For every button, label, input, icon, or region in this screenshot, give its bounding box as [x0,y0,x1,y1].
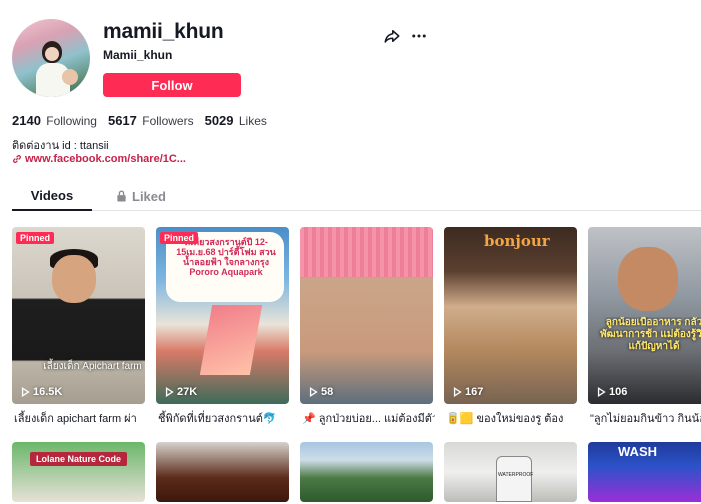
view-count: 16.5K [21,386,62,398]
video-card[interactable]: 58 [300,227,433,404]
play-icon [21,387,30,397]
video-card[interactable] [156,442,289,502]
pinned-badge: Pinned [160,232,199,244]
stat-followers-value: 5617 [107,113,137,128]
tab-videos-label: Videos [30,187,74,203]
tab-liked-label: Liked [132,188,166,204]
bio: ติดต่องาน id : ttansii [12,140,109,152]
pinned-badge: Pinned [16,232,55,244]
profile-tabs: Videos Liked [12,181,701,211]
stat-following[interactable]: 2140 Following [12,113,97,128]
video-card[interactable] [300,442,433,502]
avatar[interactable] [12,19,90,97]
video-overlay-text: WATERPROOF [498,472,534,478]
video-overlay-text: เลี้ยงเด็ก Apichart farm [43,361,142,372]
video-card[interactable]: Pinned เลี้ยงเด็ก Apichart farm 16.5K [12,227,145,404]
view-count: 58 [309,386,333,398]
video-caption[interactable]: "ลูกไม่ยอมกินข้าว กินน้อย [590,409,701,427]
video-overlay-text: WASH [618,444,657,459]
thumbnail-detail [199,305,263,375]
profile-link-text: www.facebook.com/share/1C... [25,153,186,165]
stat-following-value: 2140 [12,113,41,128]
view-count-value: 16.5K [33,386,63,398]
video-card[interactable]: ลูกน้อยเบื่ออาหาร กลัวพัฒนาการช้า แม่ต้อ… [588,227,701,404]
play-icon [453,387,462,397]
nickname: Mamii_khun [103,48,173,62]
view-count: 27K [165,386,197,398]
view-count-value: 58 [321,386,334,398]
stat-likes: 5029 Likes [205,113,267,128]
video-card[interactable]: WASH [588,442,701,502]
tab-liked[interactable]: Liked [116,181,166,211]
thumbnail-detail [52,255,96,303]
stat-followers[interactable]: 5617 Followers [108,113,194,128]
video-card[interactable]: WATERPROOF [444,442,577,502]
username: mamii_khun [103,20,224,43]
profile-stats: 2140 Following 5617 Followers 5029 Likes [12,113,267,128]
play-icon [597,387,606,397]
thumbnail-detail [300,227,433,277]
video-overlay-text: Lolane Nature Code [30,452,128,466]
thumbnail-detail [496,456,532,502]
video-card[interactable]: bonjour 167 [444,227,577,404]
lock-icon [117,190,126,202]
share-icon[interactable] [383,27,401,45]
video-card[interactable]: Lolane Nature Code [12,442,145,502]
video-caption[interactable]: 🥫🟨 ของใหม่ของรู ต้อง [446,409,579,427]
avatar-child [62,69,78,85]
play-icon [309,387,318,397]
view-count-value: 106 [609,386,628,398]
video-card[interactable]: ที่เที่ยวสงกรานต์ปี 12-15เม.ย.68 ปาร์ตี้… [156,227,289,404]
video-caption[interactable]: เลี้ยงเด็ก apichart farm ผ่า [14,409,147,427]
thumbnail-detail [618,247,678,311]
tab-videos[interactable]: Videos [12,181,92,211]
video-caption[interactable]: ชี้พิกัดที่เที่ยวสงกรานต์🐬 [158,409,291,427]
stat-following-label: Following [46,114,97,128]
more-icon[interactable] [410,27,428,45]
video-overlay-text: bonjour [484,232,550,250]
link-icon [13,155,21,163]
video-caption[interactable]: 📌 ลูกป่วยบ่อย... แม่ต้องมีตัว [302,409,435,427]
follow-button[interactable]: Follow [103,73,241,97]
profile-link[interactable]: www.facebook.com/share/1C... [12,153,186,165]
play-icon [165,387,174,397]
view-count-value: 167 [465,386,484,398]
stat-followers-label: Followers [142,114,194,128]
video-overlay-text: ลูกน้อยเบื่ออาหาร กลัวพัฒนาการช้า แม่ต้อ… [600,317,701,352]
view-count-value: 27K [177,386,198,398]
avatar-face [45,47,59,61]
stat-likes-value: 5029 [204,113,234,128]
view-count: 106 [597,386,627,398]
video-overlay-text: ที่เที่ยวสงกรานต์ปี 12-15เม.ย.68 ปาร์ตี้… [176,237,276,277]
view-count: 167 [453,386,483,398]
stat-likes-label: Likes [238,114,267,128]
